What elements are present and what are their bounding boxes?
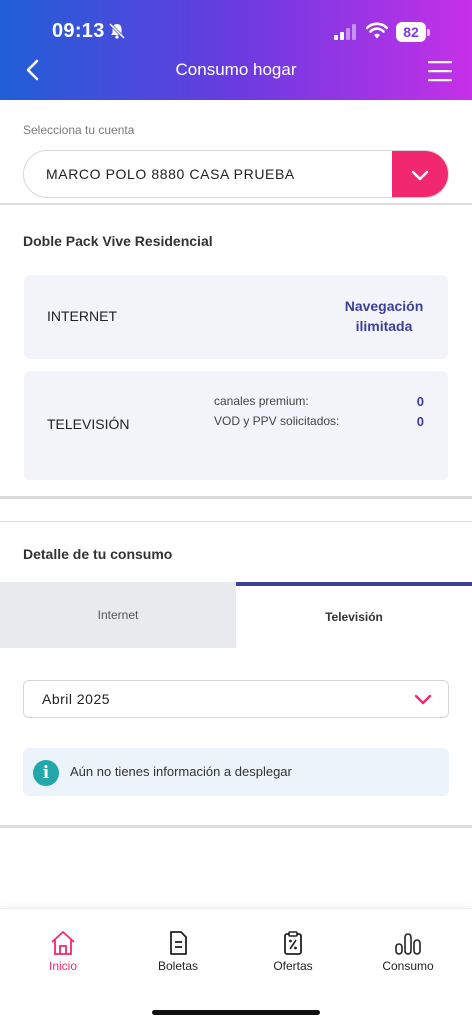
offers-icon (284, 931, 302, 955)
info-text: Aún no tienes información a desplegar (70, 764, 292, 779)
bar-chart-icon (395, 933, 421, 955)
bottom-navigation: Inicio Boletas Ofertas Consumo (0, 908, 472, 1024)
chevron-down-icon (414, 694, 432, 705)
detail-title: Detalle de tu consumo (23, 546, 173, 562)
tv-vod-label: VOD y PPV solicitados: (214, 414, 340, 428)
info-icon: i (33, 760, 59, 786)
hamburger-menu-icon[interactable] (426, 58, 454, 84)
nav-item-boletas[interactable]: Boletas (133, 929, 223, 973)
account-select[interactable]: MARCO POLO 8880 CASA PRUEBA (23, 150, 449, 198)
app-header: 09:13 82 Consumo hogar (0, 0, 472, 100)
account-value: MARCO POLO 8880 CASA PRUEBA (46, 166, 295, 182)
internet-value-line1: Navegación (344, 298, 424, 314)
month-select[interactable]: Abril 2025 (23, 680, 449, 718)
nav-label-boletas: Boletas (157, 959, 199, 973)
account-label: Selecciona tu cuenta (23, 123, 135, 137)
month-value: Abril 2025 (42, 691, 111, 707)
tv-premium-row: canales premium: 0 (214, 394, 424, 409)
divider (0, 496, 472, 499)
document-icon (170, 931, 187, 955)
info-message: i Aún no tienes información a desplegar (23, 748, 449, 796)
tab-internet[interactable]: Internet (0, 582, 236, 648)
battery-indicator: 82 (396, 22, 430, 42)
plan-title: Doble Pack Vive Residencial (23, 233, 213, 249)
tab-television[interactable]: Televisión (236, 582, 472, 648)
nav-item-inicio[interactable]: Inicio (18, 929, 108, 973)
muted-bell-icon (108, 22, 126, 40)
internet-card: INTERNET Navegación ilimitada (24, 275, 448, 359)
tv-label: TELEVISIÓN (47, 416, 130, 432)
internet-value-line2: ilimitada (355, 318, 413, 334)
home-indicator (152, 1010, 320, 1015)
tv-vod-value: 0 (416, 414, 424, 429)
internet-label: INTERNET (47, 308, 117, 324)
nav-label-consumo: Consumo (382, 959, 434, 973)
nav-item-ofertas[interactable]: Ofertas (248, 929, 338, 973)
tv-vod-row: VOD y PPV solicitados: 0 (214, 414, 424, 429)
nav-label-inicio: Inicio (48, 959, 77, 973)
account-dropdown-button[interactable] (392, 151, 448, 197)
tv-premium-label: canales premium: (214, 394, 309, 408)
wifi-icon (366, 22, 388, 39)
page-title: Consumo hogar (175, 60, 297, 79)
home-icon (51, 931, 75, 955)
tv-premium-value: 0 (416, 394, 424, 409)
battery-level: 82 (396, 22, 426, 42)
internet-value: Navegación ilimitada (304, 296, 464, 336)
tv-card: TELEVISIÓN canales premium: 0 VOD y PPV … (24, 371, 448, 480)
divider (0, 825, 472, 828)
chevron-down-icon (411, 170, 429, 181)
nav-item-consumo[interactable]: Consumo (363, 929, 453, 973)
nav-label-ofertas: Ofertas (273, 959, 313, 973)
status-time: 09:13 (52, 20, 105, 42)
divider (0, 521, 472, 522)
divider (0, 203, 472, 205)
signal-icon (334, 24, 356, 40)
